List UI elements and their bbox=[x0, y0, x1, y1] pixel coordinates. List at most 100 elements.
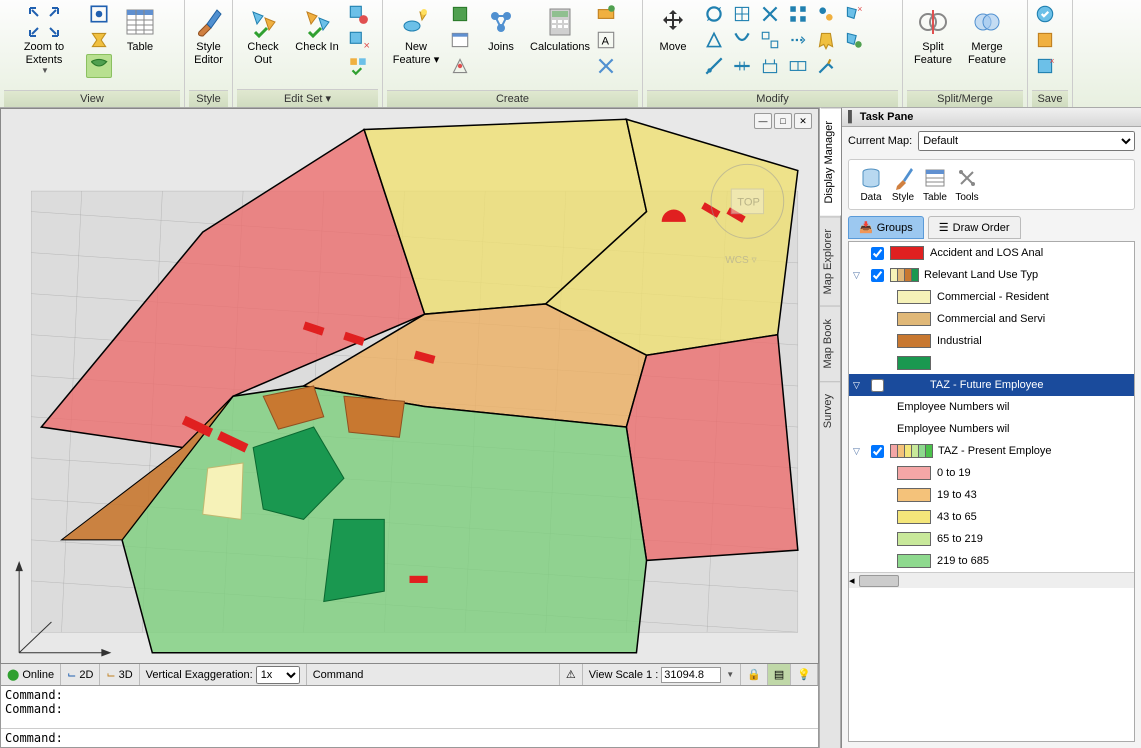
tp-tools-button[interactable]: Tools bbox=[955, 166, 979, 203]
tab-display-manager[interactable]: Display Manager bbox=[820, 108, 841, 216]
command-input-row[interactable]: Command: bbox=[1, 728, 818, 747]
modify-mini-c1[interactable] bbox=[757, 2, 783, 26]
taz-present-item-4[interactable]: 219 to 685 bbox=[849, 550, 1134, 572]
modify-mini-e1[interactable] bbox=[813, 2, 839, 26]
move-button[interactable]: Move bbox=[647, 2, 699, 80]
collapse-icon[interactable]: ▽ bbox=[853, 446, 865, 457]
split-feature-button[interactable]: Split Feature bbox=[907, 2, 959, 80]
landuse-item-3[interactable] bbox=[849, 352, 1134, 374]
ribbon-group-create: New Feature ▾ Joins Calculations A Creat… bbox=[383, 0, 643, 107]
layer-taz-present[interactable]: ▽ TAZ - Present Employe bbox=[849, 440, 1134, 462]
layer-tree[interactable]: Accident and LOS Anal ▽ Relevant Land Us… bbox=[848, 241, 1135, 742]
status-command[interactable]: Command bbox=[307, 664, 560, 685]
map-viewport[interactable]: TOP WCS ▿ — □ ✕ bbox=[0, 108, 819, 664]
ribbon-group-modify: Move × Modify bbox=[643, 0, 903, 107]
modify-mini-c2[interactable] bbox=[757, 28, 783, 52]
new-feature-button[interactable]: New Feature ▾ bbox=[387, 2, 445, 80]
landuse-item-1[interactable]: Commercial and Servi bbox=[849, 308, 1134, 330]
table-button[interactable]: Table bbox=[114, 2, 166, 80]
create-mini-4[interactable] bbox=[593, 2, 619, 26]
modify-mini-c3[interactable] bbox=[757, 54, 783, 78]
modify-mini-b3[interactable] bbox=[729, 54, 755, 78]
check-in-button[interactable]: Check In bbox=[291, 2, 343, 80]
modify-mini-d2[interactable] bbox=[785, 28, 811, 52]
modify-mini-a2[interactable] bbox=[701, 28, 727, 52]
save-mini-2[interactable] bbox=[1032, 28, 1058, 52]
viewport-maximize-button[interactable]: □ bbox=[774, 113, 792, 129]
tp-style-button[interactable]: Style bbox=[891, 166, 915, 203]
modify-mini-e2[interactable] bbox=[813, 28, 839, 52]
landuse-item-0[interactable]: Commercial - Resident bbox=[849, 286, 1134, 308]
tab-draw-order[interactable]: ☰Draw Order bbox=[928, 216, 1021, 239]
create-mini-1[interactable] bbox=[447, 2, 473, 26]
create-mini-3[interactable] bbox=[447, 54, 473, 78]
collapse-icon[interactable]: ▽ bbox=[853, 270, 865, 281]
zoom-to-extents-button[interactable]: Zoom to Extents ▼ bbox=[4, 2, 84, 80]
taz-future-item-1[interactable]: Employee Numbers wil bbox=[849, 418, 1134, 440]
viewport-close-button[interactable]: ✕ bbox=[794, 113, 812, 129]
command-area: Command: Command: Command: bbox=[0, 686, 819, 748]
taz-present-item-1[interactable]: 19 to 43 bbox=[849, 484, 1134, 506]
modify-mini-f1[interactable]: × bbox=[841, 2, 867, 26]
status-3d[interactable]: ⌙3D bbox=[100, 664, 139, 685]
status-layers-icon[interactable]: ▤ bbox=[768, 664, 791, 685]
tab-map-explorer[interactable]: Map Explorer bbox=[820, 216, 840, 306]
taz-present-item-2[interactable]: 43 to 65 bbox=[849, 506, 1134, 528]
create-mini-2[interactable] bbox=[447, 28, 473, 52]
check-out-button[interactable]: Check Out bbox=[237, 2, 289, 80]
new-feature-label: New Feature ▾ bbox=[390, 41, 442, 66]
calculations-button[interactable]: Calculations bbox=[529, 2, 591, 80]
layer-landuse-checkbox[interactable] bbox=[871, 269, 884, 282]
collapse-icon[interactable]: ▽ bbox=[853, 380, 865, 391]
view-mini-1[interactable] bbox=[86, 2, 112, 26]
modify-mini-d1[interactable] bbox=[785, 2, 811, 26]
modify-mini-b2[interactable] bbox=[729, 28, 755, 52]
layer-taz-future[interactable]: ▽ TAZ - Future Employee bbox=[849, 374, 1134, 396]
move-icon bbox=[657, 6, 689, 38]
create-mini-5[interactable]: A bbox=[593, 28, 619, 52]
save-mini-1[interactable] bbox=[1032, 2, 1058, 26]
create-mini-6[interactable] bbox=[593, 54, 619, 78]
status-online[interactable]: ⬤Online bbox=[1, 664, 61, 685]
ve-select[interactable]: 1x bbox=[256, 666, 300, 684]
view-scale-input[interactable] bbox=[661, 667, 721, 683]
tp-data-button[interactable]: Data bbox=[859, 166, 883, 203]
taz-present-item-0[interactable]: 0 to 19 bbox=[849, 462, 1134, 484]
taz-present-item-3[interactable]: 65 to 219 bbox=[849, 528, 1134, 550]
view-mini-2[interactable] bbox=[86, 28, 112, 52]
modify-mini-e3[interactable] bbox=[813, 54, 839, 78]
editset-mini-2[interactable]: × bbox=[345, 28, 371, 52]
editset-mini-1[interactable] bbox=[345, 2, 371, 26]
status-warning-icon[interactable]: ⚠ bbox=[560, 664, 583, 685]
layer-landuse[interactable]: ▽ Relevant Land Use Typ bbox=[849, 264, 1134, 286]
layer-accident-checkbox[interactable] bbox=[871, 247, 884, 260]
status-2d[interactable]: ⌙2D bbox=[61, 664, 100, 685]
modify-mini-a3[interactable] bbox=[701, 54, 727, 78]
view-mini-3[interactable] bbox=[86, 54, 112, 78]
style-editor-button[interactable]: Style Editor bbox=[189, 2, 228, 80]
ribbon-group-editset-label[interactable]: Edit Set ▾ bbox=[237, 89, 378, 107]
layer-taz-present-checkbox[interactable] bbox=[871, 445, 884, 458]
status-bulb-icon[interactable]: 💡 bbox=[791, 664, 818, 685]
merge-feature-button[interactable]: Merge Feature bbox=[961, 2, 1013, 80]
modify-mini-b1[interactable] bbox=[729, 2, 755, 26]
modify-mini-f2[interactable] bbox=[841, 28, 867, 52]
merge-icon bbox=[971, 6, 1003, 38]
save-mini-3[interactable]: × bbox=[1032, 54, 1058, 78]
layer-tree-hscroll[interactable]: ◂ bbox=[849, 572, 1134, 588]
modify-mini-a1[interactable] bbox=[701, 2, 727, 26]
joins-button[interactable]: Joins bbox=[475, 2, 527, 80]
tab-groups[interactable]: 📥Groups bbox=[848, 216, 924, 239]
tab-map-book[interactable]: Map Book bbox=[820, 306, 840, 381]
tp-table-button[interactable]: Table bbox=[923, 166, 947, 203]
layer-accident[interactable]: Accident and LOS Anal bbox=[849, 242, 1134, 264]
layer-taz-future-checkbox[interactable] bbox=[871, 379, 884, 392]
status-lock-icon[interactable]: 🔒 bbox=[741, 664, 768, 685]
landuse-item-2[interactable]: Industrial bbox=[849, 330, 1134, 352]
editset-mini-3[interactable] bbox=[345, 54, 371, 78]
modify-mini-d3[interactable] bbox=[785, 54, 811, 78]
viewport-minimize-button[interactable]: — bbox=[754, 113, 772, 129]
tab-survey[interactable]: Survey bbox=[820, 381, 840, 440]
current-map-select[interactable]: Default bbox=[918, 131, 1135, 151]
taz-future-item-0[interactable]: Employee Numbers wil bbox=[849, 396, 1134, 418]
